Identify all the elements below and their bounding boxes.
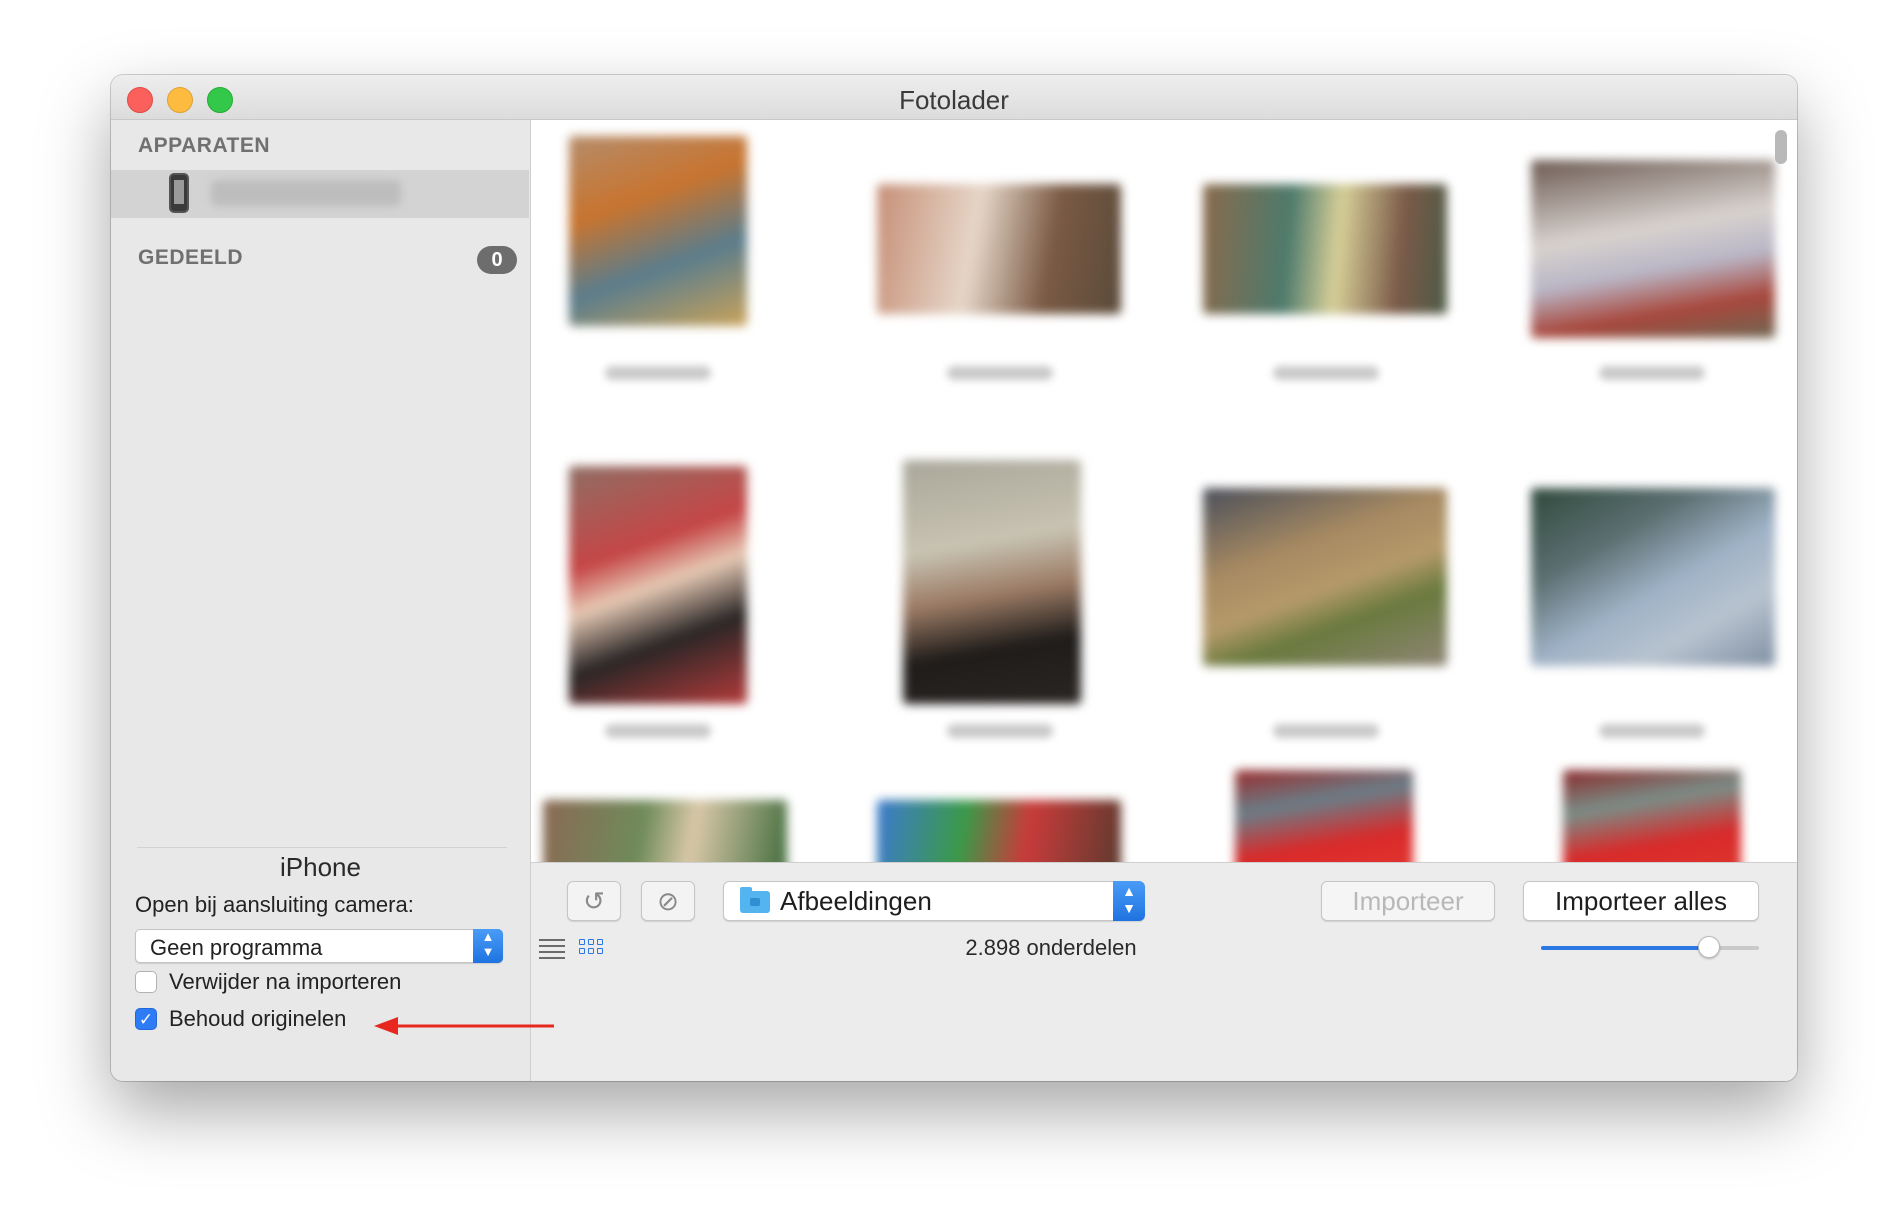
iphone-icon — [169, 173, 189, 213]
sidebar-item-device[interactable] — [111, 170, 529, 218]
import-destination-value: Afbeeldingen — [780, 886, 932, 916]
thumbnail[interactable] — [1203, 184, 1447, 314]
thumbnail[interactable] — [1203, 488, 1447, 666]
rotate-button[interactable]: ↺ — [567, 881, 621, 921]
open-on-connect-select[interactable]: Geen programma ▲ ▼ — [135, 929, 503, 963]
thumbnail[interactable] — [569, 136, 747, 326]
thumbnail-caption — [605, 366, 711, 380]
bottom-toolbar: ↺ ⊘ Afbeeldingen ▲ ▼ Importeer Importeer … — [531, 862, 1797, 1081]
import-destination-select[interactable]: Afbeeldingen ▲ ▼ — [723, 881, 1145, 921]
thumbnail[interactable] — [569, 466, 747, 704]
delete-after-import-checkbox[interactable] — [135, 971, 157, 993]
thumbnail-size-slider[interactable] — [1541, 936, 1759, 958]
thumbnail[interactable] — [1563, 770, 1741, 862]
rotate-icon: ↺ — [583, 886, 605, 916]
device-name-redacted — [211, 180, 401, 206]
thumbnail-grid[interactable] — [531, 120, 1797, 862]
thumbnail-caption — [1273, 366, 1379, 380]
window-title: Fotolader — [899, 85, 1009, 115]
thumbnail-caption — [1273, 724, 1379, 738]
thumbnail-caption — [947, 724, 1053, 738]
keep-originals-checkbox[interactable]: ✓ — [135, 1008, 157, 1030]
delete-after-import-label: Verwijder na importeren — [169, 969, 402, 994]
item-count: 2.898 onderdelen — [965, 935, 1137, 960]
image-capture-window: Fotolader APPARATEN GEDEELD 0 iPhone Ope… — [111, 75, 1797, 1081]
thumbnail[interactable] — [1235, 770, 1413, 862]
devices-heading: APPARATEN — [138, 134, 271, 157]
title-bar[interactable]: Fotolader — [111, 75, 1797, 120]
folder-icon — [740, 887, 770, 913]
shared-heading: GEDEELD — [138, 246, 244, 269]
delete-icon: ⊘ — [657, 886, 679, 916]
open-on-connect-label: Open bij aansluiting camera: — [135, 892, 414, 917]
open-on-connect-value: Geen programma — [150, 935, 323, 960]
device-panel-title: iPhone — [280, 852, 361, 882]
select-stepper-icon: ▲ ▼ — [1113, 881, 1145, 921]
keep-originals-label: Behoud originelen — [169, 1006, 347, 1031]
thumbnail-caption — [947, 366, 1053, 380]
thumbnail[interactable] — [877, 800, 1121, 862]
sidebar: APPARATEN GEDEELD 0 iPhone Open bij aans… — [111, 120, 531, 1081]
divider — [137, 847, 507, 848]
annotation-arrow — [374, 1017, 554, 1035]
thumbnail-caption — [1599, 366, 1705, 380]
thumbnail[interactable] — [877, 184, 1121, 314]
slider-knob[interactable] — [1697, 936, 1720, 958]
slider-fill — [1541, 946, 1709, 950]
thumbnail-caption — [605, 724, 711, 738]
scrollbar-thumb[interactable] — [1775, 130, 1787, 164]
thumbnail[interactable] — [1531, 488, 1775, 666]
thumbnail[interactable] — [903, 460, 1081, 704]
delete-button[interactable]: ⊘ — [641, 881, 695, 921]
import-all-button[interactable]: Importeer alles — [1523, 881, 1759, 921]
thumbnail[interactable] — [543, 800, 787, 862]
select-stepper-icon: ▲ ▼ — [473, 929, 503, 963]
thumbnail-caption — [1599, 724, 1705, 738]
import-button[interactable]: Importeer — [1321, 881, 1495, 921]
thumbnail[interactable] — [1531, 160, 1775, 338]
shared-count-badge: 0 — [477, 246, 517, 274]
